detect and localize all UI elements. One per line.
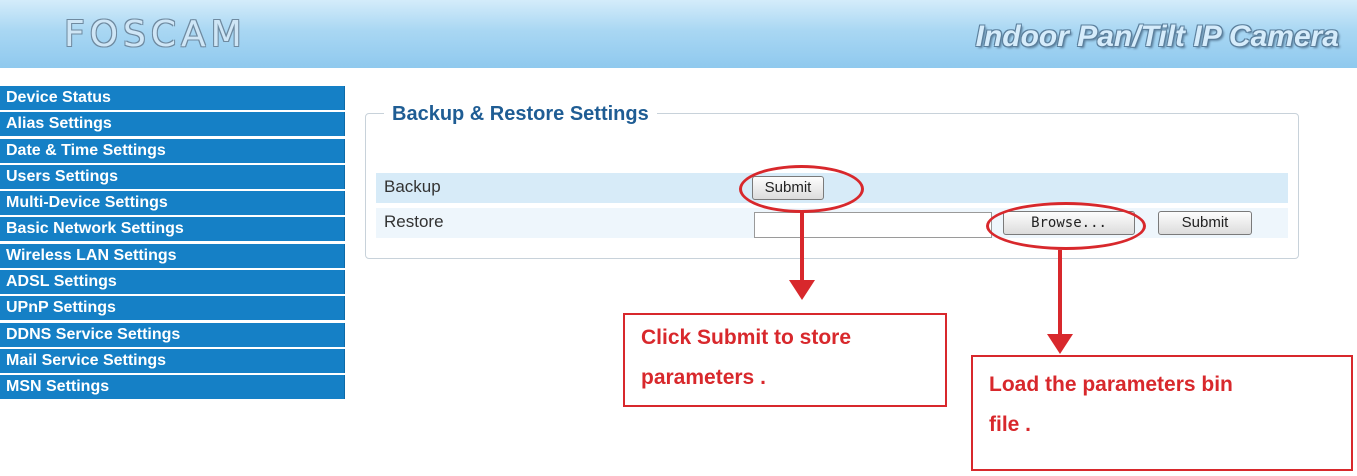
- restore-arrow-head: [1047, 334, 1073, 354]
- sidebar-item-users-settings[interactable]: Users Settings: [0, 164, 345, 189]
- sidebar-item-multi-device-settings[interactable]: Multi-Device Settings: [0, 191, 345, 216]
- sidebar-item-basic-network-settings[interactable]: Basic Network Settings: [0, 217, 345, 242]
- restore-arrow-line: [1058, 250, 1062, 336]
- sidebar-item-device-status[interactable]: Device Status: [0, 86, 345, 110]
- sidebar-item-msn-settings[interactable]: MSN Settings: [0, 375, 345, 400]
- backup-callout: Click Submit to store parameters .: [623, 313, 947, 407]
- backup-callout-line1: Click Submit to store: [641, 326, 852, 349]
- panel-title: Backup & Restore Settings: [384, 103, 657, 126]
- sidebar-item-alias-settings[interactable]: Alias Settings: [0, 112, 345, 137]
- sidebar-item-date-time-settings[interactable]: Date & Time Settings: [0, 138, 345, 163]
- restore-callout-line1: Load the parameters bin: [989, 373, 1233, 396]
- sidebar-item-wireless-lan-settings[interactable]: Wireless LAN Settings: [0, 243, 345, 268]
- restore-submit-button[interactable]: Submit: [1158, 211, 1252, 235]
- restore-file-input[interactable]: [754, 212, 992, 238]
- backup-arrow-head: [789, 280, 815, 300]
- foscam-logo: FOSCAM: [64, 14, 247, 55]
- backup-label: Backup: [384, 177, 441, 196]
- backup-callout-line2: parameters .: [641, 366, 766, 389]
- sidebar-item-adsl-settings[interactable]: ADSL Settings: [0, 270, 345, 295]
- browse-highlight-ellipse: [986, 202, 1146, 250]
- sidebar-item-ddns-service-settings[interactable]: DDNS Service Settings: [0, 322, 345, 347]
- restore-row: Restore Browse... Submit: [376, 208, 1288, 238]
- sidebar-item-mail-service-settings[interactable]: Mail Service Settings: [0, 348, 345, 373]
- backup-arrow-line: [800, 212, 804, 282]
- settings-sidebar: Device Status Alias Settings Date & Time…: [0, 86, 345, 402]
- backup-submit-highlight-ellipse: [739, 165, 864, 213]
- restore-callout: Load the parameters bin file .: [971, 355, 1353, 471]
- app-header: FOSCAM Indoor Pan/Tilt IP Camera: [0, 0, 1357, 68]
- restore-label: Restore: [384, 212, 444, 231]
- sidebar-item-upnp-settings[interactable]: UPnP Settings: [0, 296, 345, 321]
- restore-callout-line2: file .: [989, 413, 1032, 436]
- product-title: Indoor Pan/Tilt IP Camera: [975, 20, 1339, 53]
